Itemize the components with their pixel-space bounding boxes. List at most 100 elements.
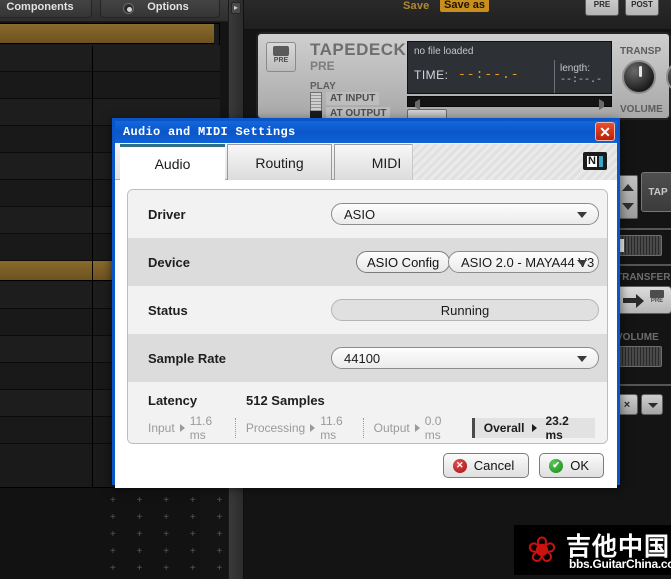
cassette-icon [273,46,289,56]
table-row[interactable] [0,72,220,99]
driver-value: ASIO [344,206,376,222]
triangle-right-icon [179,424,185,432]
ok-icon: ✔ [549,458,564,473]
top-left-toolbar: Components Options [0,0,236,22]
device-value: ASIO 2.0 - MAYA44 V3 [461,254,595,270]
display-divider [554,60,555,93]
dialog-tabbar: Audio Routing MIDI N [115,143,617,180]
table-row[interactable] [0,45,220,72]
latency-output-label: Output [373,421,410,435]
meter-slider[interactable] [616,235,662,256]
tapedeck-subtitle: PRE [310,59,335,73]
latency-output-value: 0.0 ms [424,414,442,442]
pre-button[interactable]: PRE [585,0,619,16]
tap-label: TAP [648,186,668,198]
driver-label: Driver [148,206,186,222]
waveform-scrollbar[interactable] [407,96,612,110]
latency-input-value: 11.6 ms [189,414,213,442]
latency-processing: Processing 11.6 ms [236,414,364,442]
tab-routing-label: Routing [255,154,304,171]
latency-overall: Overall 23.2 ms [471,414,595,442]
row-status: Status Running [128,286,607,334]
sample-rate-value: 44100 [344,350,381,366]
tapedeck-title: TAPEDECK [310,40,407,59]
driver-dropdown[interactable]: ASIO [331,203,599,225]
tab-audio-label: Audio [154,155,191,172]
transfer-button[interactable]: PRE [616,286,671,314]
save-as-button[interactable]: Save as [440,0,489,12]
tapedeck-icon-label: PRE [273,57,289,64]
row-sample-rate: Sample Rate 44100 [128,334,607,382]
status-value: Running [440,302,490,318]
stepper-up-icon[interactable] [622,184,634,191]
latency-input-label: Input [148,421,175,435]
at-input-option[interactable]: AT INPUT [326,92,380,105]
post-button[interactable]: POST [625,0,659,16]
tapedeck-module: PRE TAPEDECK PRE PLAY AT INPUT AT OUTPUT… [256,32,671,120]
tap-button[interactable]: TAP [641,172,671,212]
sample-rate-label: Sample Rate [148,350,227,366]
latency-overall-label: Overall [483,421,525,435]
asio-config-button[interactable]: ASIO Config [356,251,451,273]
audio-settings-panel: Driver ASIO Device ASIO Config ASIO 2.0 … [127,189,608,444]
secondary-knob[interactable] [666,60,671,94]
chevron-down-icon [577,212,587,218]
length-label: length: [560,63,591,74]
latency-input: Input 11.6 ms [140,414,236,442]
daw-toolbar: Save Save as PRE POST [244,0,671,30]
no-file-loaded-label: no file loaded [414,46,474,57]
ok-button[interactable]: ✔ OK [539,453,604,478]
guitarchina-logo-icon: ❀ [526,529,558,570]
time-value: --:--.- [458,67,520,82]
stepper-down-icon[interactable] [622,203,634,210]
status-badge: Running [331,299,599,321]
tab-audio[interactable]: Audio [120,144,225,180]
scroll-right-arrow-icon[interactable]: ▸ [231,2,241,14]
transp-knob[interactable] [622,60,656,94]
close-icon[interactable]: ✕ [595,122,615,141]
volume-slider[interactable] [616,346,662,367]
transfer-label: TRANSFER [616,272,671,283]
post-label: POST [631,0,653,9]
tapedeck-pre-icon-button[interactable]: PRE [266,42,296,72]
tab-midi-label: MIDI [371,154,402,171]
dropdown-small-button[interactable] [641,394,663,415]
radio-dot-icon [123,3,134,14]
options-label: Options [147,1,189,13]
transp-label: TRANSP [620,46,662,57]
device-dropdown[interactable]: ASIO 2.0 - MAYA44 V3 [448,251,599,273]
triangle-right-icon [532,424,538,432]
latency-breakdown: Input 11.6 ms Processing 11.6 ms Output [140,414,595,442]
options-button[interactable]: Options [100,0,220,18]
track-row-highlighted[interactable] [0,24,214,44]
row-device: Device ASIO Config ASIO 2.0 - MAYA44 V3 [128,238,607,286]
ok-label: OK [570,458,589,473]
dialog-title: Audio and MIDI Settings [123,125,296,139]
dialog-titlebar[interactable]: Audio and MIDI Settings ✕ [115,121,617,143]
tapedeck-play-label: PLAY [310,81,336,92]
tab-routing[interactable]: Routing [227,144,332,180]
triangle-right-icon [414,424,420,432]
components-button[interactable]: Components [0,0,92,18]
length-value: --:--.- [560,75,603,86]
sample-rate-dropdown[interactable]: 44100 [331,347,599,369]
dialog-footer: ✕ Cancel ✔ OK [442,453,604,478]
cancel-button[interactable]: ✕ Cancel [442,453,530,478]
cassette-icon [650,290,664,298]
tapedeck-volume-label: VOLUME [620,104,663,115]
play-mode-slider[interactable] [310,92,322,120]
ni-logo-bar [598,155,603,167]
status-label: Status [148,302,188,318]
right-volume-label: VOLUME [616,332,659,343]
native-instruments-logo-icon: N [583,152,607,170]
arrow-right-icon [623,294,644,308]
audio-midi-settings-dialog: Audio and MIDI Settings ✕ Audio Routing … [112,118,620,488]
save-label[interactable]: Save [403,0,430,12]
pre-label: PRE [593,0,611,9]
latency-value: 512 Samples [246,393,325,408]
chevron-down-icon [577,260,587,266]
watermark-url: bbs.GuitarChina.com [569,557,671,571]
components-label: Components [6,1,74,13]
ni-logo-letter: N [587,154,597,167]
latency-processing-value: 11.6 ms [320,414,343,442]
